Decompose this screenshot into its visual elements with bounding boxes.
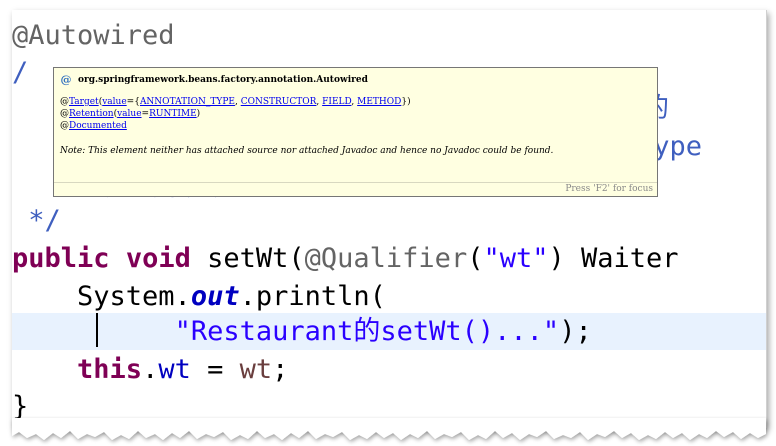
link-documented[interactable]: Documented (69, 121, 127, 131)
target-annotation-line: @Target(value={ANNOTATION_TYPE, CONSTRUC… (60, 96, 650, 108)
keyword-this: this (77, 354, 143, 385)
string-literal-restaurant: "Restaurant的setWt()..." (174, 316, 560, 347)
link-runtime[interactable]: RUNTIME (149, 109, 197, 119)
focus-hint: Press 'F2' for focus (565, 184, 653, 194)
dot: . (142, 354, 159, 385)
text-caret (96, 313, 98, 347)
method-name[interactable]: setWt( (191, 243, 305, 274)
string-literal-wt: "wt" (483, 243, 549, 274)
keyword-public: public (12, 243, 110, 274)
tooltip-title: org.springframework.beans.factory.annota… (78, 75, 368, 85)
code-line-6: */ (12, 202, 766, 239)
at-sign: @ (60, 121, 69, 131)
code-line-1: @Autowired (12, 17, 766, 54)
println-call: .println( (239, 281, 386, 312)
link-method[interactable]: METHOD (357, 97, 401, 107)
retention-annotation-line: @Retention(value=RUNTIME) (60, 108, 650, 120)
code-line-8: System.out.println( (12, 278, 766, 315)
annotation-autowired[interactable]: @Autowired (12, 20, 175, 51)
documented-annotation-line: @Documented (60, 120, 650, 132)
annotation-qualifier[interactable]: @Qualifier (305, 243, 468, 274)
tooltip-footer: Press 'F2' for focus (54, 182, 657, 196)
tooltip-annotations: @Target(value={ANNOTATION_TYPE, CONSTRUC… (60, 96, 650, 132)
at-sign: @ (60, 109, 69, 119)
paren-open: ( (467, 243, 484, 274)
link-target[interactable]: Target (69, 97, 99, 107)
field-wt[interactable]: wt (158, 354, 191, 385)
punct: ={ (126, 97, 140, 107)
at-sign: @ (60, 97, 69, 107)
semicolon: ; (272, 354, 289, 385)
system-call-prefix: System. (12, 281, 191, 312)
javadoc-hover-tooltip[interactable]: @ org.springframework.beans.factory.annot… (53, 67, 658, 197)
punct: ) (196, 109, 201, 119)
param-type: ) Waiter (548, 243, 679, 274)
link-retention[interactable]: Retention (69, 109, 114, 119)
punct: = (141, 109, 150, 119)
tooltip-note: Note: This element neither has attached … (60, 146, 554, 156)
code-line-9-current[interactable]: "Restaurant的setWt()..."); (12, 313, 766, 350)
link-constructor[interactable]: CONSTRUCTOR (241, 97, 317, 107)
torn-edge-decoration (12, 418, 766, 440)
keyword-void: void (125, 243, 191, 274)
link-value[interactable]: value (102, 97, 126, 107)
link-annotation-type[interactable]: ANNOTATION_TYPE (140, 97, 235, 107)
comment-end: */ (12, 205, 61, 236)
link-value[interactable]: value (117, 109, 141, 119)
code-line-7: public void setWt(@Qualifier("wt") Waite… (12, 240, 766, 277)
comment-start: / (12, 57, 29, 88)
code-line-10: this.wt = wt; (12, 351, 766, 388)
link-field[interactable]: FIELD (322, 97, 351, 107)
static-field-out[interactable]: out (191, 281, 240, 312)
tooltip-title-row: @ org.springframework.beans.factory.annot… (60, 73, 368, 87)
punct: }) (401, 97, 411, 107)
assign-operator: = (190, 354, 240, 385)
param-wt[interactable]: wt (240, 354, 273, 385)
statement-end: ); (559, 316, 592, 347)
at-annotation-icon: @ (60, 72, 72, 86)
screenshot-paper: @Autowired / 的 Type 的方式来完成注入。 */ public … (12, 10, 767, 428)
